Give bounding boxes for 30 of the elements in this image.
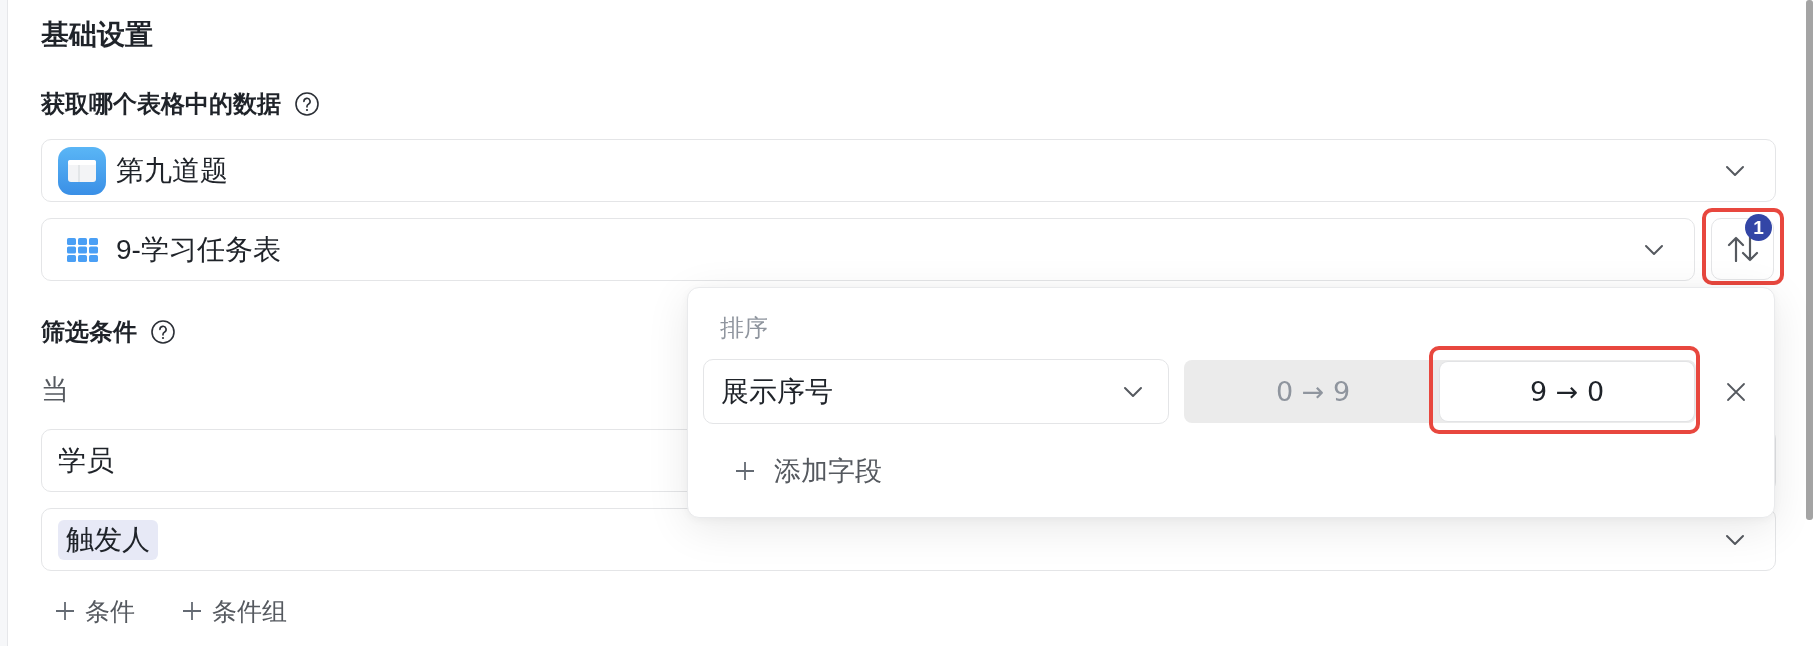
add-field-button[interactable]: 添加字段 — [735, 454, 882, 488]
add-condition-button[interactable]: 条件 — [55, 594, 135, 628]
section-title: 基础设置 — [41, 18, 153, 52]
value-select[interactable]: 触发人 — [41, 508, 1776, 571]
popover-title: 排序 — [720, 313, 768, 343]
plus-icon — [735, 461, 755, 481]
help-icon[interactable] — [151, 320, 175, 344]
table-select[interactable]: 9-学习任务表 — [41, 218, 1695, 281]
add-condition-button[interactable]: 条件组 — [182, 594, 287, 628]
table-grid-icon — [66, 237, 98, 262]
chevron-down-icon — [1725, 533, 1745, 546]
plus-icon — [182, 601, 202, 621]
value-tag: 触发人 — [58, 519, 158, 560]
sort-field-select[interactable]: 展示序号 — [703, 359, 1169, 424]
sort-order-option[interactable]: 9 → 0 — [1440, 362, 1694, 421]
scrollbar-thumb[interactable] — [1806, 0, 1813, 520]
app-icon — [58, 146, 106, 195]
condition-prefix: 当 — [41, 373, 69, 407]
field-label: 筛选条件 — [41, 317, 137, 347]
help-icon[interactable] — [295, 92, 319, 116]
base-select[interactable]: 第九道题 — [41, 139, 1776, 202]
plus-icon — [55, 601, 75, 621]
chevron-down-icon — [1123, 385, 1143, 398]
chevron-down-icon — [1725, 164, 1745, 177]
sort-arrows-icon — [1726, 236, 1759, 262]
count-badge: 1 — [1745, 214, 1772, 241]
sort-order-toggle[interactable]: 0 → 9 9 → 0 — [1184, 360, 1696, 423]
chevron-down-icon — [1644, 243, 1664, 256]
field-label: 获取哪个表格中的数据 — [41, 89, 281, 119]
close-icon[interactable] — [1726, 381, 1746, 402]
